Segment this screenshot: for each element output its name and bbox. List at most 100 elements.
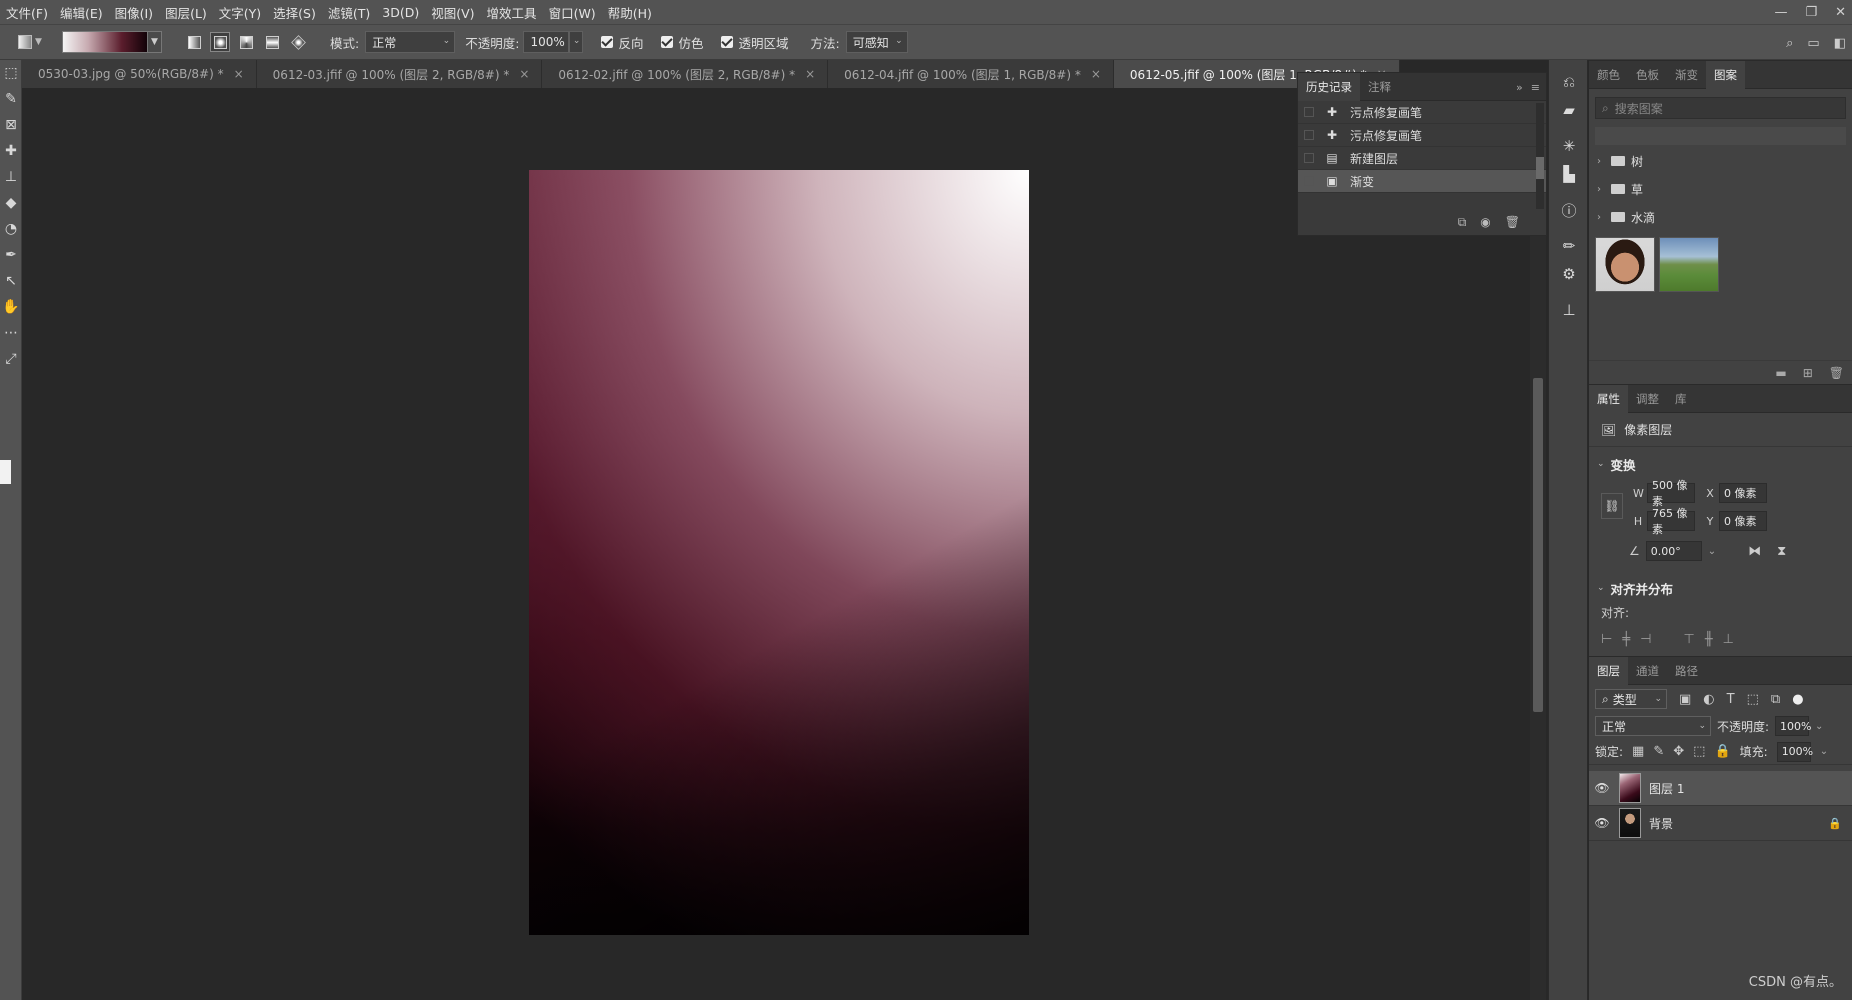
- info-icon[interactable]: ⓘ: [1549, 196, 1589, 224]
- layer-filter-select[interactable]: ⌕ 类型 ⌄: [1595, 689, 1667, 709]
- tab-gradients[interactable]: 渐变: [1667, 61, 1706, 89]
- marquee-tool-icon[interactable]: ⬚: [0, 60, 22, 86]
- histogram-icon[interactable]: ▙: [1549, 160, 1589, 188]
- tab-layers[interactable]: 图层: [1589, 656, 1628, 685]
- blur-tool-icon[interactable]: ◔: [0, 216, 22, 242]
- close-icon[interactable]: ×: [805, 67, 815, 81]
- lock-transparent-icon[interactable]: ▦: [1632, 744, 1644, 759]
- menu-layer[interactable]: 图层(L): [159, 3, 213, 22]
- scrollbar-thumb[interactable]: [1536, 157, 1544, 179]
- restore-icon[interactable]: ❐: [1805, 5, 1817, 20]
- eraser-tool-icon[interactable]: ◆: [0, 190, 22, 216]
- reverse-checkbox[interactable]: 反向: [601, 33, 643, 52]
- opacity-input[interactable]: 100%: [523, 31, 570, 53]
- filter-type-icon[interactable]: T: [1727, 692, 1735, 707]
- radial-gradient-button[interactable]: [210, 32, 230, 52]
- history-snapshot-checkbox[interactable]: [1304, 130, 1314, 140]
- tab-adjustments[interactable]: 调整: [1628, 385, 1667, 413]
- new-folder-icon[interactable]: ▬: [1775, 366, 1786, 380]
- blend-mode-select[interactable]: 正常 ⌄: [1595, 716, 1711, 736]
- menu-3d[interactable]: 3D(D): [376, 5, 425, 20]
- history-snapshot-checkbox[interactable]: [1304, 107, 1314, 117]
- mode-select[interactable]: 正常 ⌄: [365, 31, 456, 53]
- chevron-down-icon[interactable]: ⌄: [1820, 746, 1828, 757]
- brush-settings-icon[interactable]: ✏: [1549, 232, 1589, 260]
- filter-smart-object-icon[interactable]: ⧉: [1771, 692, 1780, 707]
- y-field[interactable]: 0 像素: [1719, 511, 1767, 531]
- menu-filter[interactable]: 滤镜(T): [322, 3, 376, 22]
- pattern-folder[interactable]: › 水滴: [1589, 205, 1852, 229]
- dither-checkbox[interactable]: 仿色: [661, 33, 703, 52]
- tab-libraries[interactable]: 库: [1667, 385, 1695, 413]
- menu-plugins[interactable]: 增效工具: [481, 3, 543, 22]
- tab-notes[interactable]: 注释: [1360, 73, 1399, 101]
- history-item-active[interactable]: ▣ 渐变: [1298, 170, 1546, 193]
- trash-icon[interactable]: 🗑: [1829, 366, 1844, 380]
- share-icon[interactable]: ◧: [1834, 36, 1846, 51]
- transform-section-header[interactable]: ⌄ 变换: [1589, 451, 1852, 477]
- trash-icon[interactable]: 🗑: [1505, 215, 1520, 229]
- link-dimensions-button[interactable]: ⛓: [1601, 493, 1623, 519]
- close-icon[interactable]: ×: [1091, 67, 1101, 81]
- frame-tool-icon[interactable]: ⊠: [0, 112, 22, 138]
- camera-icon[interactable]: ◉: [1480, 215, 1490, 229]
- history-snapshot-checkbox[interactable]: [1304, 176, 1314, 186]
- history-item[interactable]: ✚ 污点修复画笔: [1298, 101, 1546, 124]
- pattern-folder[interactable]: › 树: [1589, 149, 1852, 173]
- flip-vertical-icon[interactable]: ⧗: [1777, 544, 1786, 559]
- tool-preset-picker[interactable]: ▼: [12, 30, 48, 54]
- history-item[interactable]: ▤ 新建图层: [1298, 147, 1546, 170]
- menu-edit[interactable]: 编辑(E): [54, 3, 109, 22]
- panel-menu-icon[interactable]: ≡: [1531, 81, 1540, 94]
- lock-brush-icon[interactable]: ✎: [1653, 744, 1664, 759]
- align-left-icon[interactable]: ⊢: [1601, 632, 1612, 647]
- menu-view[interactable]: 视图(V): [425, 3, 480, 22]
- menu-file[interactable]: 文件(F): [0, 3, 54, 22]
- linear-gradient-button[interactable]: [184, 32, 204, 52]
- tab-patterns[interactable]: 图案: [1706, 60, 1745, 89]
- align-center-h-icon[interactable]: ╪: [1622, 632, 1630, 647]
- minimize-icon[interactable]: —: [1774, 5, 1787, 20]
- transparency-checkbox[interactable]: 透明区域: [721, 33, 788, 52]
- eye-icon[interactable]: 👁: [1589, 781, 1615, 795]
- filter-adjustment-icon[interactable]: ◐: [1703, 692, 1714, 707]
- document-canvas[interactable]: [529, 170, 1029, 935]
- doc-tab[interactable]: 0530-03.jpg @ 50%(RGB/8#) * ×: [22, 60, 257, 88]
- flip-horizontal-icon[interactable]: ⧓: [1748, 544, 1761, 559]
- new-document-from-state-icon[interactable]: ⧉: [1458, 215, 1467, 230]
- gradient-preview[interactable]: [62, 31, 148, 53]
- align-right-icon[interactable]: ⊣: [1640, 632, 1651, 647]
- menu-select[interactable]: 选择(S): [267, 3, 322, 22]
- chevron-down-icon[interactable]: ⌄: [1708, 546, 1716, 557]
- close-icon[interactable]: ×: [234, 67, 244, 81]
- layer-opacity-field[interactable]: 100%: [1775, 716, 1812, 736]
- menu-image[interactable]: 图像(I): [109, 3, 159, 22]
- menu-help[interactable]: 帮助(H): [602, 3, 658, 22]
- height-field[interactable]: 765 像素: [1647, 507, 1695, 536]
- eye-icon[interactable]: 👁: [1589, 816, 1615, 830]
- collapse-icon[interactable]: »: [1516, 81, 1523, 94]
- tab-history[interactable]: 历史记录: [1298, 72, 1360, 101]
- scrollbar-thumb[interactable]: [1533, 378, 1543, 712]
- diamond-gradient-button[interactable]: [288, 32, 308, 52]
- opacity-dropdown[interactable]: ⌄: [569, 31, 584, 53]
- lock-artboard-icon[interactable]: ⬚: [1693, 744, 1705, 759]
- history-panel-icon[interactable]: ⎌: [1549, 68, 1589, 96]
- foreground-color-swatch[interactable]: [0, 460, 11, 484]
- pen-tool-icon[interactable]: ✒: [0, 242, 22, 268]
- align-section-header[interactable]: ⌄ 对齐并分布: [1589, 575, 1852, 601]
- tab-color[interactable]: 颜色: [1589, 61, 1628, 89]
- new-pattern-icon[interactable]: ⊞: [1803, 366, 1813, 380]
- doc-tab[interactable]: 0612-03.jfif @ 100% (图层 2, RGB/8#) * ×: [256, 60, 543, 88]
- stamp-tool-icon[interactable]: ⊥: [0, 164, 22, 190]
- filter-pixel-icon[interactable]: ▣: [1679, 692, 1691, 707]
- swap-colors-icon[interactable]: ⤢: [0, 346, 22, 372]
- pattern-search-input[interactable]: ⌕ 搜索图案: [1595, 97, 1846, 119]
- brush-select-tool-icon[interactable]: ✎: [0, 86, 22, 112]
- tab-properties[interactable]: 属性: [1589, 384, 1628, 413]
- width-field[interactable]: 500 像素: [1647, 479, 1695, 508]
- lock-move-icon[interactable]: ✥: [1673, 744, 1684, 759]
- filter-shape-icon[interactable]: ⬚: [1747, 692, 1759, 707]
- align-middle-v-icon[interactable]: ╫: [1705, 632, 1713, 647]
- search-icon[interactable]: ⌕: [1786, 36, 1793, 51]
